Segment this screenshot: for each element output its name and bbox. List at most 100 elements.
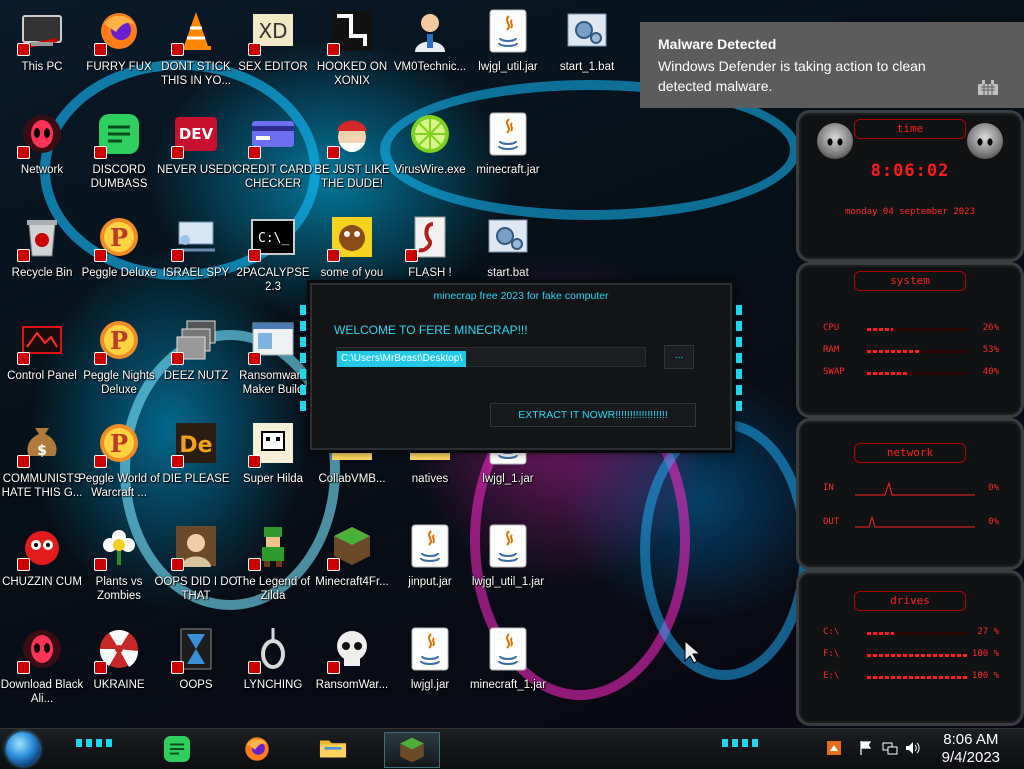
taskbar-decor [76, 739, 116, 747]
extract-path-input[interactable]: C:\Users\MrBeast\Desktop\ [336, 347, 646, 367]
taskbar-app-button[interactable] [384, 732, 440, 768]
desktop-icon[interactable]: XD SEX EDITOR [231, 8, 315, 108]
desktop-icon[interactable]: BE JUST LIKE THE DUDE! [310, 111, 394, 211]
svg-text:P: P [110, 326, 128, 355]
desktop-icon-label: jinput.jar [408, 576, 452, 588]
taskbar-clock[interactable]: 8:06 AM 9/4/2023 [942, 731, 1000, 767]
desktop-icon[interactable]: Control Panel [0, 317, 84, 417]
desktop-icon[interactable]: VirusWire.exe [388, 111, 472, 211]
minecrap-installer-dialog: minecrap free 2023 for fake computer WEL… [300, 283, 742, 450]
taskbar-app-button[interactable] [306, 732, 360, 766]
desktop-icon[interactable]: lwjgl.jar [388, 626, 472, 726]
svg-text:De: De [179, 433, 212, 458]
desktop-icon[interactable]: P Peggle Nights Deluxe [77, 317, 161, 417]
desktop-icon[interactable]: The Legend of Zilda [231, 523, 315, 623]
drives-gadget[interactable]: drives C:\ 27 % F:\ 100 % E:\ 100 % [796, 570, 1024, 726]
desktop-icon-image [171, 317, 219, 365]
desktop-icon[interactable]: ISRAEL SPY [154, 214, 238, 314]
desktop-icon[interactable]: Download Black Ali... [0, 626, 84, 726]
gadget-stat-row: C:\ 27 % [823, 627, 999, 641]
browse-button[interactable]: ... [664, 345, 694, 369]
desktop-icon-label: This PC [21, 61, 63, 73]
desktop-icon[interactable]: DEEZ NUTZ [154, 317, 238, 417]
shield-overlay-icon [248, 249, 261, 262]
desktop-icon-label: NEVER USED! [157, 164, 235, 176]
desktop-icon-image [17, 214, 65, 262]
desktop-icon[interactable]: P Peggle Deluxe [77, 214, 161, 314]
start-orb-button[interactable] [6, 732, 40, 766]
desktop-icon-image [485, 8, 531, 54]
stat-value: 100 % [971, 649, 999, 659]
desktop-icon-label: Network [20, 164, 64, 176]
desktop-icon-label: CREDIT CARD CHECKER [233, 164, 313, 190]
desktop-icon[interactable]: DONT STICK THIS IN YO... [154, 8, 238, 108]
desktop-icon[interactable]: VM0Technic... [388, 8, 472, 108]
gadget-clock: 8:06:02 [870, 161, 950, 181]
shield-overlay-icon [248, 455, 261, 468]
shield-overlay-icon [248, 352, 261, 365]
shield-overlay-icon [248, 558, 261, 571]
desktop-icon[interactable]: minecraft.jar [466, 111, 550, 211]
stat-value: 0% [988, 483, 999, 493]
desktop-icon-label: lwjgl_util_1.jar [471, 576, 545, 588]
shield-overlay-icon [327, 146, 340, 159]
clock-time: 8:06 AM [943, 731, 999, 748]
shield-overlay-icon [17, 43, 30, 56]
tray-network-icon[interactable] [882, 740, 898, 756]
taskbar-decor [722, 739, 762, 747]
network-gadget[interactable]: network IN 0% OUT 0% [796, 418, 1024, 570]
desktop-icon[interactable]: minecraft_1.jar [466, 626, 550, 726]
desktop-icon[interactable]: Recycle Bin [0, 214, 84, 314]
svg-text:DEV: DEV [179, 125, 214, 143]
desktop-icon[interactable]: C:\_ 2PACALYPSE 2.3 [231, 214, 315, 314]
desktop-icon[interactable]: UKRAINE [77, 626, 161, 726]
chat-app-icon [163, 735, 191, 763]
malware-notification[interactable]: Malware Detected Windows Defender is tak… [640, 22, 1024, 108]
desktop-icon[interactable]: $ COMMUNISTS HATE THIS G... [0, 420, 84, 520]
shield-overlay-icon [171, 661, 184, 674]
desktop-icon[interactable]: This PC [0, 8, 84, 108]
desktop-icon-label: lwjgl_1.jar [482, 473, 534, 485]
desktop-icon[interactable]: lwjgl_util_1.jar [466, 523, 550, 623]
shield-overlay-icon [405, 249, 418, 262]
desktop-icon[interactable]: Minecraft4Fr... [310, 523, 394, 623]
desktop-icon[interactable]: De DIE PLEASE [154, 420, 238, 520]
desktop-icon[interactable]: RansomWar... [310, 626, 394, 726]
desktop-icon[interactable]: CHUZZIN CUM [0, 523, 84, 623]
desktop-icon-image [248, 626, 296, 674]
shield-overlay-icon [248, 146, 261, 159]
desktop-icon[interactable]: DISCORD DUMBASS [77, 111, 161, 211]
extract-button[interactable]: EXTRACT IT NOWR!!!!!!!!!!!!!!!!!! [490, 403, 696, 427]
desktop-icon[interactable]: FURRY FUX [77, 8, 161, 108]
desktop-icon[interactable]: LYNCHING [231, 626, 315, 726]
desktop-icon[interactable]: OOPS [154, 626, 238, 726]
taskbar-app-button[interactable] [230, 732, 284, 766]
desktop-icon-label: FURRY FUX [86, 61, 152, 73]
desktop: This PC FURRY FUX DONT STICK THIS IN YO...… [0, 0, 1024, 728]
desktop-icon[interactable]: start_1.bat [545, 8, 629, 108]
system-gadget[interactable]: system CPU 26% RAM 53% SWAP 40% [796, 262, 1024, 418]
desktop-icon[interactable]: jinput.jar [388, 523, 472, 623]
desktop-icon[interactable]: HOOKED ON XONIX [310, 8, 394, 108]
taskbar-app-button[interactable] [150, 732, 204, 766]
stat-value: 26% [982, 323, 999, 333]
desktop-icon[interactable]: DEV NEVER USED! [154, 111, 238, 211]
desktop-icon-image [327, 214, 375, 262]
desktop-icon[interactable]: Network [0, 111, 84, 211]
desktop-icon-image: P [94, 420, 142, 468]
desktop-icon[interactable]: OOPS DID I DO THAT [154, 523, 238, 623]
shield-overlay-icon [171, 455, 184, 468]
tray-volume-icon[interactable] [904, 740, 920, 756]
shield-overlay-icon [94, 43, 107, 56]
tray-update-icon[interactable] [826, 740, 842, 756]
desktop-icon-image: De [171, 420, 219, 468]
desktop-icon[interactable]: P Peggle World of Warcraft ... [77, 420, 161, 520]
time-gadget[interactable]: time 8:06:02 monday 04 september 2023 [796, 110, 1024, 262]
desktop-icon[interactable]: Plants vs Zombies [77, 523, 161, 623]
desktop-icon-image [407, 111, 453, 157]
desktop-icon[interactable]: CREDIT CARD CHECKER [231, 111, 315, 211]
desktop-icon[interactable]: Super Hilda [231, 420, 315, 520]
desktop-icon[interactable]: lwjgl_util.jar [466, 8, 550, 108]
stat-meter-fill [867, 372, 907, 375]
tray-flag-icon[interactable] [858, 740, 874, 756]
